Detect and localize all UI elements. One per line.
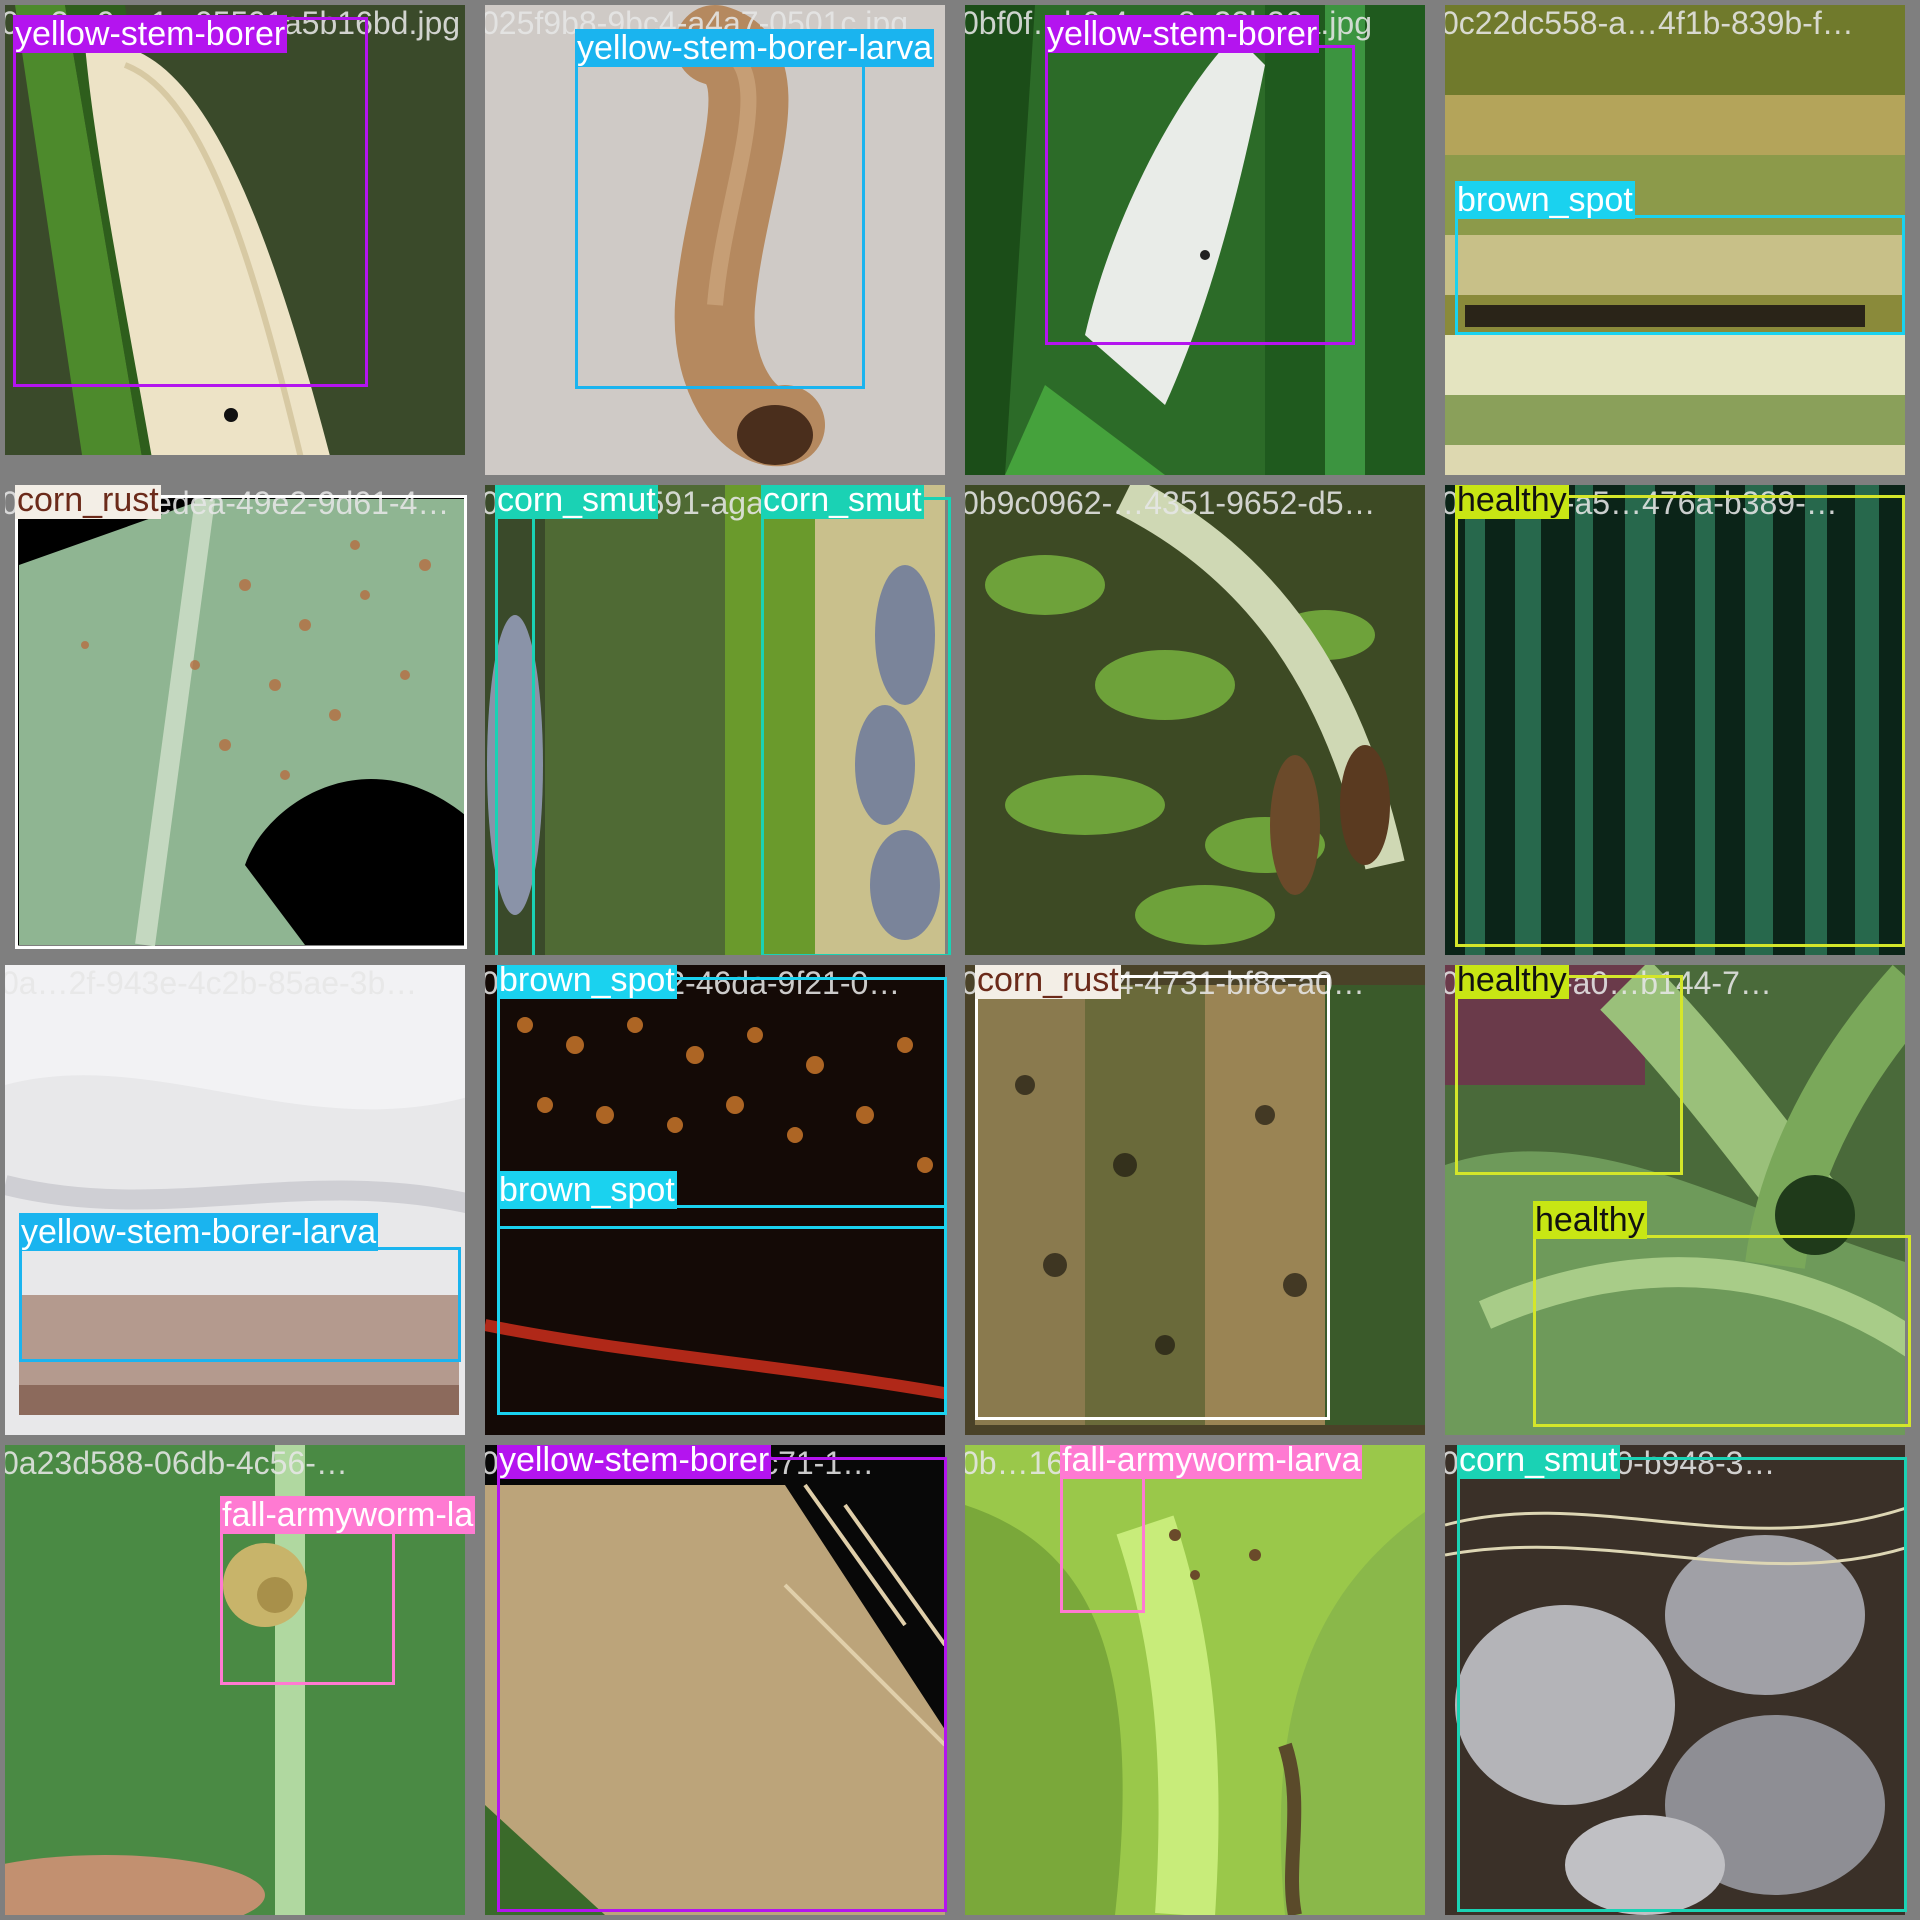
bounding-box (497, 1457, 947, 1912)
bounding-box (495, 495, 535, 955)
class-label: corn_smut (761, 485, 924, 519)
image-tile-1: 0…3e-9ea1-c05591a5b16bd.jpgyellow-stem-b… (5, 5, 475, 475)
image-tile-5: 0a4632d8-edea-49e2-9d61-4… corn_rust (5, 485, 475, 955)
image-tile-15: 0b…16-4c8c-956c-0…fall-armyworm-larva (965, 1445, 1435, 1915)
bounding-box (975, 975, 1330, 1420)
image-tile-12: 0a0…e4-a0…b144-7… healthy healthy (1445, 965, 1915, 1435)
bounding-box (1457, 1457, 1907, 1912)
image-tile-7: 0b9c0962-…4351-9652-d5… (965, 485, 1435, 955)
class-label: corn_rust (975, 965, 1121, 999)
image-tile-8: 0a8c045-a5…476a-b389-… healthy (1445, 485, 1915, 955)
class-label: healthy (1455, 965, 1569, 999)
image-tile-9: 0a…2f-943e-4c2b-85ae-3b… yellow-stem-bore… (5, 965, 475, 1435)
class-label: corn_smut (1457, 1445, 1620, 1479)
image-tile-16: 0c4…3f-4330-b948-3…corn_smut (1445, 1445, 1915, 1915)
image-tile-13: 0a23d588-06db-4c56-…fall-armyworm-larva (5, 1445, 475, 1915)
class-label: brown_spot (497, 1171, 677, 1209)
bounding-box (220, 1530, 395, 1685)
bounding-box (497, 1205, 947, 1415)
bounding-box (19, 1247, 461, 1362)
photo-armyworm-whorl (965, 1445, 1435, 1915)
mosaic-grid: 0…3e-9ea1-c05591a5b16bd.jpgyellow-stem-b… (0, 0, 1920, 1920)
image-tile-3: 0bf0f…b6-4e…8a22b36a.jpgyellow-stem-bore… (965, 5, 1435, 475)
class-label: corn_rust (15, 485, 161, 519)
bounding-box (575, 47, 865, 389)
class-label: yellow-stem-borer-larva (19, 1213, 379, 1251)
bounding-box (1060, 1463, 1145, 1613)
class-label: fall-armyworm-larva (1060, 1445, 1363, 1479)
photo-white-cloth (5, 965, 475, 1435)
class-label: corn_smut (495, 485, 658, 519)
image-tile-10: 0ad1106e-0e2-46da-9f21-0… brown_spot brown… (485, 965, 955, 1435)
image-tile-6: 0a2…c1-b4591-aga7-b0… corn_smut corn_smut (485, 485, 955, 955)
image-tile-4: 0c22dc558-a…4f1b-839b-f… brown_spot (1445, 5, 1915, 475)
photo-weeds (965, 485, 1435, 955)
class-label: healthy (1455, 485, 1569, 519)
image-tile-2: 025f9b8-9bc4-a4a7-0501c.jpg yellow-stem-b… (485, 5, 955, 475)
image-tile-11: 0b52…31c4-4731-bf8c-a0… corn_rust (965, 965, 1435, 1435)
class-label: brown_spot (1455, 181, 1635, 219)
bounding-box (1533, 1235, 1911, 1427)
bounding-box (1455, 975, 1683, 1175)
bounding-box (1455, 495, 1905, 947)
class-label: yellow-stem-borer (13, 15, 288, 53)
class-label: yellow-stem-borer-larva (575, 29, 935, 67)
class-label: healthy (1533, 1201, 1647, 1239)
class-label: brown_spot (497, 965, 677, 999)
class-label: fall-armyworm-larva (220, 1496, 475, 1534)
class-label: yellow-stem-borer (497, 1445, 772, 1479)
image-tile-14: 0b2c…9c30-4a75-ac71-1…yellow-stem-borer (485, 1445, 955, 1915)
bounding-box (15, 495, 467, 949)
bounding-box (13, 17, 368, 387)
bounding-box (761, 497, 951, 955)
bounding-box (1045, 45, 1355, 345)
class-label: yellow-stem-borer (1045, 15, 1320, 53)
bounding-box (1455, 215, 1905, 335)
